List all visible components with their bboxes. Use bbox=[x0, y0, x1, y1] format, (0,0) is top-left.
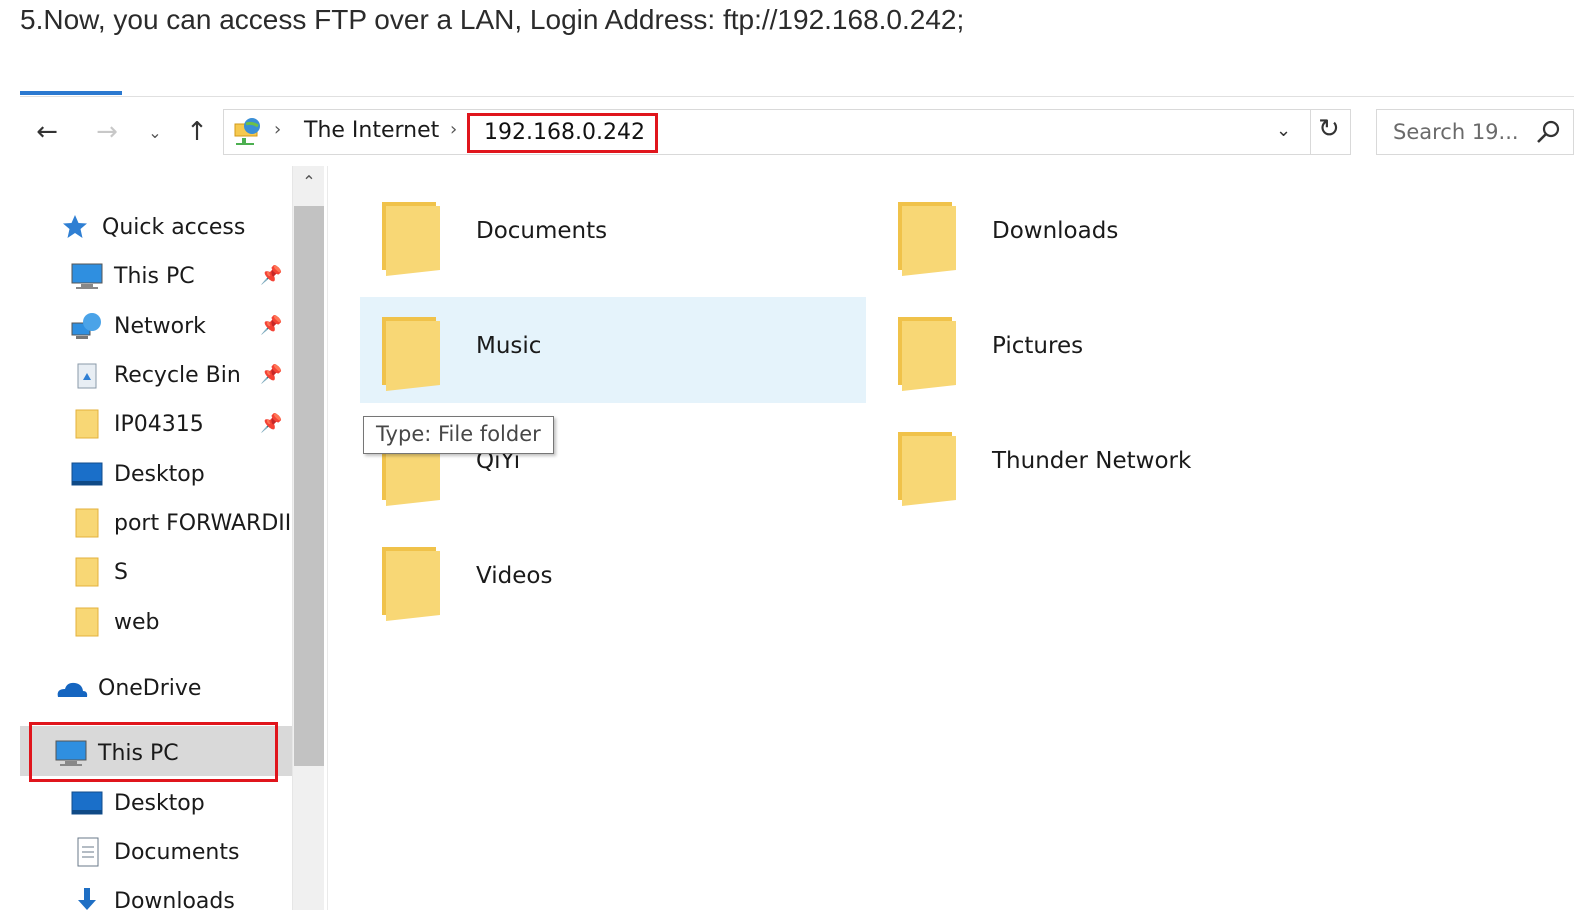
nav-label: Recycle Bin bbox=[114, 362, 241, 388]
folder-item[interactable]: Downloads bbox=[876, 182, 1382, 288]
forward-button[interactable]: → bbox=[90, 112, 124, 152]
nav-pinned-network[interactable]: Network bbox=[70, 303, 206, 349]
ribbon-divider bbox=[20, 96, 1574, 97]
nav-label: OneDrive bbox=[98, 675, 202, 701]
nav-label: Desktop bbox=[114, 790, 205, 816]
folder-label: Documents bbox=[476, 218, 608, 244]
scroll-thumb[interactable] bbox=[294, 206, 324, 766]
documents-icon bbox=[70, 837, 104, 867]
download-arrow-icon bbox=[70, 886, 104, 910]
nav-label: Documents bbox=[114, 839, 240, 865]
pin-icon: 📌 bbox=[260, 364, 283, 385]
nav-port-forwarding[interactable]: port FORWARDII bbox=[70, 500, 291, 546]
folder-label: Music bbox=[476, 333, 542, 359]
folder-icon bbox=[898, 317, 956, 391]
onedrive-icon bbox=[54, 673, 88, 703]
folder-label: Pictures bbox=[992, 333, 1084, 359]
folder-item-selected[interactable]: Music bbox=[360, 297, 866, 403]
instruction-text: 5.Now, you can access FTP over a LAN, Lo… bbox=[20, 4, 965, 35]
nav-this-pc-documents[interactable]: Documents bbox=[70, 829, 239, 875]
breadcrumb-separator: › bbox=[274, 119, 282, 140]
nav-label: Downloads bbox=[114, 888, 235, 910]
nav-pinned-recycle-bin[interactable]: Recycle Bin bbox=[70, 352, 241, 398]
folder-icon bbox=[70, 557, 104, 587]
pane-divider bbox=[327, 166, 328, 910]
folder-item[interactable]: Documents bbox=[360, 182, 866, 288]
refresh-button[interactable]: ↻ bbox=[1318, 114, 1340, 144]
search-icon[interactable] bbox=[1533, 118, 1563, 148]
folder-icon bbox=[70, 409, 104, 439]
ribbon-tab-indicator bbox=[20, 91, 122, 95]
tooltip: Type: File folder bbox=[363, 416, 554, 454]
folder-label: Thunder Network bbox=[992, 448, 1192, 474]
nav-quick-access[interactable]: Quick access bbox=[58, 204, 245, 250]
folder-icon bbox=[898, 432, 956, 506]
desktop-icon bbox=[70, 788, 104, 818]
recycle-bin-icon bbox=[70, 360, 104, 390]
nav-scrollbar[interactable]: ⌃ bbox=[292, 166, 324, 910]
nav-this-pc-downloads[interactable]: Downloads bbox=[70, 878, 235, 910]
nav-this-pc-desktop[interactable]: Desktop bbox=[70, 780, 205, 826]
address-bar[interactable]: › The Internet › 192.168.0.242 ⌄ ↻ bbox=[223, 109, 1351, 155]
recent-locations-button[interactable]: ⌄ bbox=[144, 112, 166, 152]
back-button[interactable]: ← bbox=[30, 112, 64, 152]
nav-onedrive[interactable]: OneDrive bbox=[54, 665, 201, 711]
nav-label: Quick access bbox=[102, 214, 246, 240]
star-icon bbox=[58, 212, 92, 242]
up-button[interactable]: ↑ bbox=[180, 112, 214, 152]
folder-icon bbox=[382, 317, 440, 391]
file-list: Documents Downloads Music Pictures QiYi … bbox=[330, 166, 1574, 910]
this-pc-highlight-box bbox=[29, 722, 278, 782]
nav-s[interactable]: S bbox=[70, 549, 128, 595]
scroll-up-button[interactable]: ⌃ bbox=[293, 172, 325, 200]
breadcrumb-separator: › bbox=[450, 119, 458, 140]
pin-icon: 📌 bbox=[260, 315, 283, 336]
nav-label: S bbox=[114, 559, 128, 585]
nav-label: Network bbox=[114, 313, 206, 339]
search-box[interactable] bbox=[1376, 109, 1574, 155]
network-location-icon bbox=[234, 118, 260, 145]
folder-label: Videos bbox=[476, 563, 553, 589]
folder-item[interactable]: Thunder Network bbox=[876, 412, 1382, 518]
breadcrumb-ftp-address[interactable]: 192.168.0.242 bbox=[467, 113, 658, 153]
nav-label: IP04315 bbox=[114, 411, 204, 437]
folder-item[interactable]: Pictures bbox=[876, 297, 1382, 403]
pin-icon: 📌 bbox=[260, 265, 283, 286]
address-divider bbox=[1310, 110, 1311, 154]
folder-label: Downloads bbox=[992, 218, 1119, 244]
nav-desktop[interactable]: Desktop bbox=[70, 451, 205, 497]
nav-label: port FORWARDII bbox=[114, 510, 292, 536]
nav-pinned-ip04315[interactable]: IP04315 bbox=[70, 401, 204, 447]
navigation-pane: Quick access This PC 📌 Network 📌 Recycle… bbox=[20, 166, 292, 910]
nav-web[interactable]: web bbox=[70, 599, 160, 645]
folder-icon bbox=[898, 202, 956, 276]
pin-icon: 📌 bbox=[260, 413, 283, 434]
breadcrumb-the-internet[interactable]: The Internet bbox=[304, 118, 439, 143]
monitor-icon bbox=[70, 261, 104, 291]
search-input[interactable] bbox=[1393, 118, 1533, 146]
nav-label: Desktop bbox=[114, 461, 205, 487]
folder-item[interactable]: Videos bbox=[360, 527, 866, 633]
nav-pinned-this-pc[interactable]: This PC bbox=[70, 253, 195, 299]
address-dropdown-button[interactable]: ⌄ bbox=[1276, 120, 1291, 141]
network-icon bbox=[70, 311, 104, 341]
folder-icon bbox=[70, 607, 104, 637]
folder-icon bbox=[382, 547, 440, 621]
nav-label: web bbox=[114, 609, 160, 635]
nav-label: This PC bbox=[114, 263, 195, 289]
folder-icon bbox=[382, 202, 440, 276]
folder-icon bbox=[70, 508, 104, 538]
desktop-icon bbox=[70, 459, 104, 489]
